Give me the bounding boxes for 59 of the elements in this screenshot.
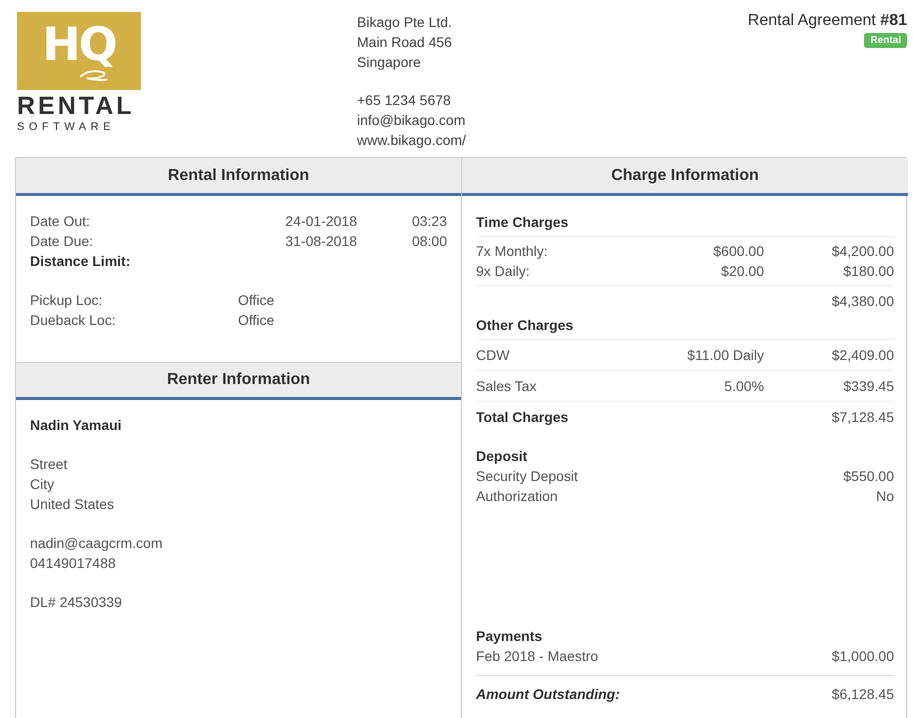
company-address-line: Singapore	[357, 53, 422, 72]
section-header: Renter Information	[16, 362, 461, 400]
charge-amount: $4,200.00	[830, 242, 894, 261]
company-address-line: Bikago Pte Ltd.	[357, 13, 453, 32]
address-line: City	[30, 475, 56, 494]
deposit-label: Authorization	[476, 487, 559, 506]
logo-wordmark: RENTAL	[17, 94, 135, 119]
charge-rate: 5.00%	[723, 377, 764, 396]
outstanding-label: Amount Outstanding:	[476, 685, 621, 704]
location-value: Office	[238, 311, 276, 330]
company-contact-line: www.bikago.com/	[357, 131, 467, 150]
charge-rate: $11.00 Daily	[686, 346, 764, 365]
charge-rate: $600.00	[712, 242, 764, 261]
charge-rate: $20.00	[720, 262, 764, 281]
subsection-title: Deposit	[476, 447, 528, 466]
section-header: Charge Information	[462, 158, 908, 196]
subsection-title: Payments	[476, 627, 544, 646]
field-label: Date Out:	[30, 212, 91, 231]
outstanding-amount: $6,128.45	[830, 685, 894, 704]
charge-label: 9x Daily:	[476, 262, 531, 281]
subsection-title: Time Charges	[476, 208, 894, 237]
deposit-value: No	[875, 487, 894, 506]
subsection-title: Other Charges	[476, 311, 894, 340]
deposit-value: $550.00	[842, 467, 894, 486]
charge-label: Sales Tax	[476, 377, 538, 396]
section-header: Rental Information	[16, 158, 461, 196]
total-label: Total Charges	[476, 408, 570, 427]
logo-mark: HQ	[42, 21, 116, 67]
status-badge: Rental	[864, 33, 907, 48]
address-line: United States	[30, 495, 116, 514]
logo-subtitle: SOFTWARE	[17, 121, 115, 133]
charge-amount: $339.45	[842, 377, 894, 396]
company-address-line: Main Road 456	[357, 33, 453, 52]
time-value: 03:23	[410, 212, 447, 231]
charge-label: 7x Monthly:	[476, 242, 549, 261]
payment-label: Feb 2018 - Maestro	[476, 647, 600, 666]
date-value: 31-08-2018	[284, 232, 357, 251]
company-contact-line: info@bikago.com	[357, 111, 466, 130]
address-line: Street	[30, 455, 68, 474]
company-contact-line: +65 1234 5678	[357, 91, 452, 110]
contact-line: nadin@caagcrm.com	[30, 534, 164, 553]
date-value: 24-01-2018	[284, 212, 357, 231]
license-number: DL# 24530339	[30, 593, 123, 612]
total-amount: $7,128.45	[830, 408, 894, 427]
charge-label: CDW	[476, 346, 510, 365]
location-value: Office	[238, 291, 276, 310]
deposit-label: Security Deposit	[476, 467, 579, 486]
agreement-title: Rental Agreement #81	[748, 12, 907, 30]
charge-amount: $180.00	[842, 262, 894, 281]
field-label: Pickup Loc:	[30, 291, 104, 310]
time-value: 08:00	[410, 232, 447, 251]
charge-amount: $2,409.00	[830, 346, 894, 365]
subtotal-amount: $4,380.00	[830, 292, 894, 311]
field-label: Distance Limit:	[30, 252, 132, 271]
contact-line: 04149017488	[30, 554, 117, 573]
payment-amount: $1,000.00	[830, 647, 894, 666]
field-label: Date Due:	[30, 232, 94, 251]
field-label: Dueback Loc:	[30, 311, 117, 330]
renter-name: Nadin Yamaui	[30, 416, 123, 435]
